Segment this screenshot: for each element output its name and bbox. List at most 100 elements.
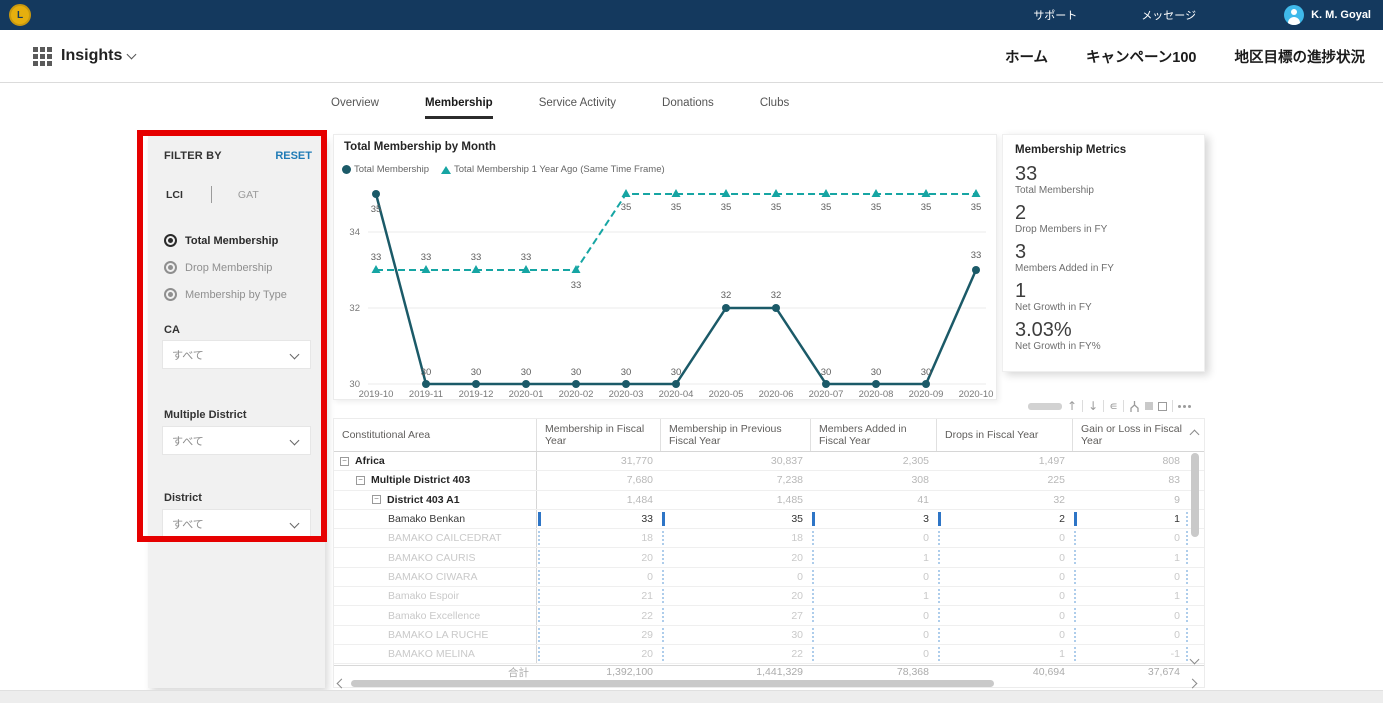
- table-cell[interactable]: 7,680: [537, 471, 661, 489]
- table-cell[interactable]: 1: [1073, 548, 1188, 566]
- horizontal-scrollbar[interactable]: [334, 678, 1204, 689]
- table-cell[interactable]: 308: [811, 471, 937, 489]
- district-dropdown[interactable]: すべて: [162, 509, 311, 538]
- table-cell[interactable]: 0: [937, 626, 1073, 644]
- table-cell[interactable]: 3: [811, 510, 937, 528]
- tab-clubs[interactable]: Clubs: [760, 97, 789, 119]
- table-cell[interactable]: 0: [937, 529, 1073, 547]
- column-header[interactable]: Members Added in Fiscal Year: [811, 419, 937, 451]
- table-row[interactable]: BAMAKO CAURIS2020101: [334, 548, 1204, 567]
- table-cell[interactable]: 1: [937, 645, 1073, 663]
- table-cell[interactable]: 33: [537, 510, 661, 528]
- table-cell[interactable]: 0: [1073, 529, 1188, 547]
- app-launcher-icon[interactable]: [33, 47, 52, 66]
- table-cell[interactable]: 32: [937, 491, 1073, 509]
- table-cell[interactable]: 0: [1073, 626, 1188, 644]
- ca-dropdown[interactable]: すべて: [162, 340, 311, 369]
- table-cell[interactable]: 1: [811, 548, 937, 566]
- column-header[interactable]: Constitutional Area: [334, 419, 537, 451]
- table-cell[interactable]: 225: [937, 471, 1073, 489]
- radio-drop-membership[interactable]: Drop Membership: [164, 261, 272, 274]
- more-options-icon[interactable]: [1178, 405, 1191, 408]
- table-cell[interactable]: 9: [1073, 491, 1188, 509]
- tab-membership[interactable]: Membership: [425, 97, 493, 119]
- table-cell[interactable]: 18: [537, 529, 661, 547]
- messages-link[interactable]: メッセージ: [1141, 7, 1196, 23]
- table-cell[interactable]: 20: [537, 548, 661, 566]
- table-cell[interactable]: 27: [661, 606, 811, 624]
- scrollbar-thumb[interactable]: [351, 680, 994, 687]
- support-link[interactable]: サポート: [1033, 7, 1077, 23]
- table-row[interactable]: −Multiple District 4037,6807,23830822583: [334, 471, 1204, 490]
- column-header[interactable]: Gain or Loss in Fiscal Year: [1073, 419, 1188, 451]
- lions-logo[interactable]: L: [9, 4, 31, 26]
- table-cell[interactable]: 30,837: [661, 452, 811, 470]
- table-row[interactable]: Bamako Excellence2227000: [334, 606, 1204, 625]
- table-cell[interactable]: 2: [937, 510, 1073, 528]
- table-cell[interactable]: 0: [937, 548, 1073, 566]
- column-header[interactable]: Membership in Previous Fiscal Year: [661, 419, 811, 451]
- table-cell[interactable]: 0: [1073, 606, 1188, 624]
- table-row[interactable]: −District 403 A11,4841,48541329: [334, 491, 1204, 510]
- table-cell[interactable]: 30: [661, 626, 811, 644]
- table-cell[interactable]: 1,485: [661, 491, 811, 509]
- scroll-down-icon[interactable]: [1190, 655, 1200, 665]
- toggle-gat[interactable]: GAT: [238, 189, 259, 201]
- table-row[interactable]: Bamako Espoir2120101: [334, 587, 1204, 606]
- focus-mode-icon[interactable]: [1158, 402, 1167, 411]
- table-cell[interactable]: 22: [537, 606, 661, 624]
- nav-item-campaign100[interactable]: キャンペーン100: [1086, 46, 1196, 67]
- scroll-right-icon[interactable]: [1188, 679, 1198, 689]
- table-cell[interactable]: 31,770: [537, 452, 661, 470]
- table-cell[interactable]: 0: [661, 568, 811, 586]
- table-cell[interactable]: 0: [937, 587, 1073, 605]
- table-cell[interactable]: 0: [537, 568, 661, 586]
- collapse-row-icon[interactable]: −: [340, 457, 349, 466]
- tab-donations[interactable]: Donations: [662, 97, 714, 119]
- scroll-left-icon[interactable]: [337, 679, 347, 689]
- tab-service-activity[interactable]: Service Activity: [539, 97, 616, 119]
- table-cell[interactable]: 0: [811, 606, 937, 624]
- nav-item-home[interactable]: ホーム: [1005, 46, 1048, 67]
- table-cell[interactable]: 20: [537, 645, 661, 663]
- radio-total-membership[interactable]: Total Membership: [164, 234, 278, 247]
- table-cell[interactable]: 83: [1073, 471, 1188, 489]
- table-row[interactable]: BAMAKO CIWARA00000: [334, 568, 1204, 587]
- radio-membership-by-type[interactable]: Membership by Type: [164, 288, 287, 301]
- collapse-row-icon[interactable]: −: [356, 476, 365, 485]
- table-cell[interactable]: 808: [1073, 452, 1188, 470]
- legend-total-membership-1yr-ago[interactable]: Total Membership 1 Year Ago (Same Time F…: [441, 164, 665, 175]
- table-cell[interactable]: 0: [1073, 568, 1188, 586]
- toggle-lci[interactable]: LCI: [166, 189, 183, 201]
- table-cell[interactable]: 20: [661, 548, 811, 566]
- scroll-up-icon[interactable]: [1190, 430, 1200, 440]
- table-row[interactable]: BAMAKO MELINA202201-1: [334, 645, 1204, 664]
- table-cell[interactable]: 20: [661, 587, 811, 605]
- table-cell[interactable]: -1: [1073, 645, 1188, 663]
- nav-item-district-goals[interactable]: 地区目標の進捗状況: [1235, 46, 1366, 67]
- go-to-next-level-icon[interactable]: ∊︎: [1109, 400, 1118, 412]
- column-header[interactable]: Membership in Fiscal Year: [537, 419, 661, 451]
- scrollbar-thumb[interactable]: [1191, 453, 1199, 537]
- table-cell[interactable]: 0: [811, 645, 937, 663]
- table-cell[interactable]: 1,484: [537, 491, 661, 509]
- table-cell[interactable]: 29: [537, 626, 661, 644]
- multiple-district-dropdown[interactable]: すべて: [162, 426, 311, 455]
- user-name[interactable]: K. M. Goyal: [1311, 9, 1371, 21]
- table-row[interactable]: −Africa31,77030,8372,3051,497808: [334, 452, 1204, 471]
- table-row[interactable]: BAMAKO LA RUCHE2930000: [334, 626, 1204, 645]
- table-cell[interactable]: 1: [1073, 510, 1188, 528]
- table-cell[interactable]: 0: [811, 568, 937, 586]
- table-cell[interactable]: 18: [661, 529, 811, 547]
- drill-down-icon[interactable]: ↓: [1088, 400, 1098, 412]
- table-cell[interactable]: 21: [537, 587, 661, 605]
- scrollbar-thumb[interactable]: [1028, 403, 1062, 410]
- app-title[interactable]: Insights: [61, 47, 122, 65]
- vertical-scrollbar[interactable]: [1189, 427, 1201, 665]
- table-row[interactable]: Bamako Benkan3335321: [334, 510, 1204, 529]
- tab-overview[interactable]: Overview: [331, 97, 379, 119]
- table-cell[interactable]: 1,497: [937, 452, 1073, 470]
- table-cell[interactable]: 0: [937, 606, 1073, 624]
- table-cell[interactable]: 1: [1073, 587, 1188, 605]
- table-cell[interactable]: 35: [661, 510, 811, 528]
